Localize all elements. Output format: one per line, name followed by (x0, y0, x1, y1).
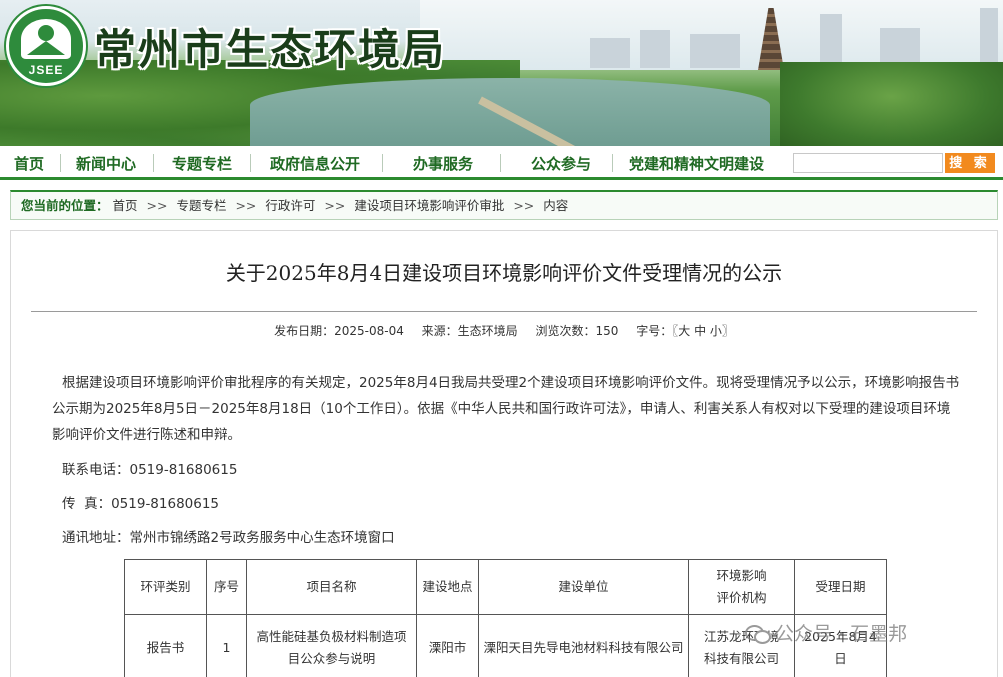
nav-divider (612, 154, 613, 172)
breadcrumb-label: 您当前的位置： (21, 198, 109, 213)
nav-divider (60, 154, 61, 172)
nav-divider (500, 154, 501, 172)
nav-item-news[interactable]: 新闻中心 (76, 153, 136, 174)
search-button[interactable]: 搜 索 (945, 153, 995, 173)
cell-no: 1 (206, 614, 247, 677)
header-unit: 建设单位 (478, 559, 689, 615)
article-title: 关于2025年8月4日建设项目环境影响评价文件受理情况的公示 (225, 261, 783, 285)
site-logo[interactable]: JSEE (6, 6, 86, 86)
contact-address: 通讯地址：常州市锦绣路2号政务服务中心生态环境窗口 (62, 530, 395, 546)
article-paragraph: 根据建设项目环境影响评价审批程序的有关规定，2025年8月4日我局共受理2个建设… (52, 375, 960, 443)
banner-building (590, 38, 630, 68)
header-location: 建设地点 (416, 559, 479, 615)
breadcrumb-separator: >> (324, 198, 346, 213)
breadcrumb-permits[interactable]: 行政许可 (265, 198, 315, 213)
nav-item-participation[interactable]: 公众参与 (531, 153, 591, 174)
breadcrumb-current: 内容 (543, 198, 569, 213)
header-banner: JSEE 常州市生态环境局 (0, 0, 1003, 146)
nav-item-topics[interactable]: 专题专栏 (172, 153, 232, 174)
site-title[interactable]: 常州市生态环境局 (94, 16, 446, 77)
table-header-row: 环评类别 序号 项目名称 建设地点 建设单位 环境影响评价机构 受理日期 (124, 559, 887, 615)
contact-fax: 传 真：0519-81680615 (62, 496, 220, 512)
acceptance-table: 环评类别 序号 项目名称 建设地点 建设单位 环境影响评价机构 受理日期 报告书… (124, 559, 887, 677)
search-input[interactable] (793, 153, 943, 173)
cell-type: 报告书 (124, 614, 207, 677)
title-divider (31, 311, 977, 312)
header-no: 序号 (206, 559, 247, 615)
nav-item-gov-info[interactable]: 政府信息公开 (270, 153, 360, 174)
watermark-text: 公众号 · 石墨邦 (775, 623, 908, 645)
banner-building (820, 14, 842, 68)
breadcrumb: 您当前的位置： 首页 >> 专题专栏 >> 行政许可 >> 建设项目环境影响评价… (10, 190, 998, 220)
header-agency: 环境影响评价机构 (688, 559, 795, 615)
watermark: 公众号 · 石墨邦 (745, 619, 907, 646)
publish-date: 发布日期：2025-08-04 (274, 324, 404, 338)
nav-divider (153, 154, 154, 172)
banner-building (690, 34, 740, 68)
breadcrumb-topics[interactable]: 专题专栏 (176, 198, 226, 213)
banner-building (640, 30, 670, 68)
nav-divider (250, 154, 251, 172)
main-nav: 首页 新闻中心 专题专栏 政府信息公开 办事服务 公众参与 党建和精神文明建设 … (0, 146, 1003, 180)
header-date: 受理日期 (794, 559, 887, 615)
breadcrumb-separator: >> (513, 198, 535, 213)
breadcrumb-eia-approval[interactable]: 建设项目环境影响评价审批 (354, 198, 504, 213)
breadcrumb-separator: >> (235, 198, 257, 213)
logo-text: JSEE (28, 63, 64, 77)
banner-building (980, 8, 998, 68)
nav-item-home[interactable]: 首页 (14, 153, 44, 174)
header-type: 环评类别 (124, 559, 207, 615)
cell-location: 溧阳市 (416, 614, 479, 677)
contact-phone: 联系电话：0519-81680615 (62, 462, 238, 478)
font-size-switch[interactable]: 字号：〖大 中 小〗 (636, 324, 734, 338)
banner-trees (780, 62, 1003, 146)
nav-divider (382, 154, 383, 172)
nav-item-party[interactable]: 党建和精神文明建设 (629, 153, 764, 174)
article-source: 来源：生态环境局 (421, 324, 518, 338)
wechat-icon (745, 623, 771, 644)
breadcrumb-home[interactable]: 首页 (113, 198, 138, 213)
nav-item-services[interactable]: 办事服务 (413, 153, 473, 174)
header-name: 项目名称 (246, 559, 417, 615)
breadcrumb-separator: >> (146, 198, 168, 213)
article-meta: 发布日期：2025-08-04 来源：生态环境局 浏览次数：150 字号：〖大 … (11, 322, 997, 339)
logo-sun-icon (38, 25, 54, 41)
cell-unit: 溧阳天目先导电池材料科技有限公司 (478, 614, 689, 677)
view-count: 浏览次数：150 (535, 324, 619, 338)
cell-name: 高性能硅基负极材料制造项目公众参与说明 (246, 614, 417, 677)
